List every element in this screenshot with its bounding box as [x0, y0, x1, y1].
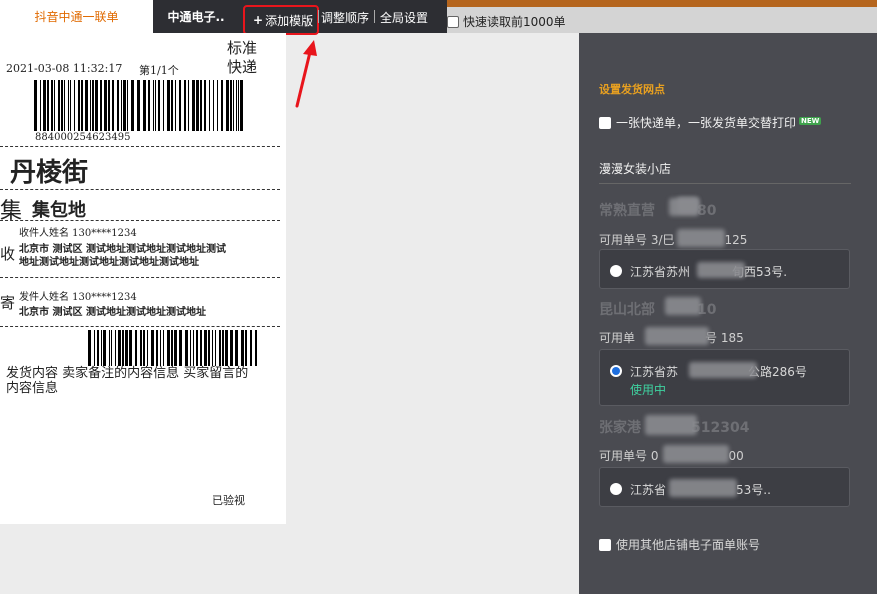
reorder-button[interactable]: 调整顺序	[321, 9, 369, 26]
redaction-blur	[645, 327, 709, 345]
label-preview: 2021-03-08 11:32:17 第1/1个 标准 快递 88400025…	[0, 33, 286, 524]
fast-read-option[interactable]: 快速读取前1000单	[447, 13, 566, 30]
red-arrow-annotation	[295, 40, 317, 108]
label-divider	[0, 277, 280, 278]
redaction-blur	[689, 362, 757, 378]
alternate-print-option[interactable]: 一张快递单，一张发货单交替打印 NEW	[599, 114, 822, 131]
label-content-2: 内容信息	[6, 381, 59, 396]
use-other-shop-option[interactable]: 使用其他店铺电子面单账号	[599, 536, 760, 553]
label-send-char: 寄	[0, 294, 16, 312]
label-divider	[0, 326, 280, 327]
shop-name: 漫漫女装小店	[599, 162, 672, 176]
barcode-bar	[255, 330, 257, 366]
redaction-blur	[677, 229, 725, 247]
outlet-settings-panel: 设置发货网点 一张快递单，一张发货单交替打印 NEW 漫漫女装小店 常熟直营 80 …	[579, 33, 877, 594]
use-other-shop-checkbox[interactable]	[599, 539, 611, 551]
outlet-1-available: 可用单号 3/巳 125	[599, 233, 748, 247]
add-template-button[interactable]: + 添加模版	[243, 5, 319, 35]
redaction-blur	[645, 415, 697, 435]
redaction-blur	[669, 479, 737, 497]
redaction-blur	[669, 198, 699, 216]
plus-icon: +	[253, 13, 264, 27]
label-divider	[0, 146, 280, 147]
panel-divider	[599, 183, 851, 184]
tab-zto-electronic[interactable]: 中通电子..	[153, 0, 239, 33]
label-service-2: 快递	[227, 58, 258, 76]
alternate-print-checkbox[interactable]	[599, 117, 611, 129]
label-divider	[0, 189, 280, 190]
redaction-blur	[697, 262, 745, 278]
outlet-2-radio[interactable]	[610, 365, 622, 377]
label-inspected: 已验视	[212, 494, 245, 507]
toolbar-divider	[318, 10, 319, 23]
outlet-2-status: 使用中	[630, 383, 667, 397]
label-datetime: 2021-03-08 11:32:17	[6, 62, 123, 75]
tracking-number: 884000254623495	[35, 132, 131, 143]
label-send-name: 发件人姓名 130****1234	[19, 292, 137, 303]
template-toolbar: + 添加模版 调整顺序 全局设置	[239, 0, 447, 35]
bottom-barcode	[88, 330, 258, 366]
label-big-mark: 丹棱街	[10, 158, 89, 188]
label-page: 第1/1个	[139, 64, 179, 77]
tracking-barcode	[34, 80, 244, 131]
label-divider	[0, 220, 280, 221]
redaction-blur	[665, 297, 701, 315]
label-recv-addr-2: 地址测试地址测试地址测试地址测试地址	[19, 257, 199, 268]
redaction-blur	[663, 445, 729, 463]
global-settings-button[interactable]: 全局设置	[380, 9, 428, 26]
tab-douyin-zto[interactable]: 抖音中通一联单	[0, 0, 153, 33]
outlet-3-radio[interactable]	[610, 483, 622, 495]
label-recv-name: 收件人姓名 130****1234	[19, 228, 137, 239]
new-badge: NEW	[799, 117, 822, 125]
label-recv-char: 收	[0, 245, 16, 263]
outlet-1-radio[interactable]	[610, 265, 622, 277]
barcode-bar	[240, 80, 243, 131]
label-collect-text: 集包地	[32, 200, 86, 221]
label-send-addr: 北京市 测试区 测试地址测试地址测试地址	[19, 307, 206, 318]
panel-section-title: 设置发货网点	[599, 83, 665, 96]
fast-read-checkbox[interactable]	[447, 15, 459, 28]
label-service-1: 标准	[227, 39, 258, 57]
toolbar-divider	[374, 10, 375, 23]
